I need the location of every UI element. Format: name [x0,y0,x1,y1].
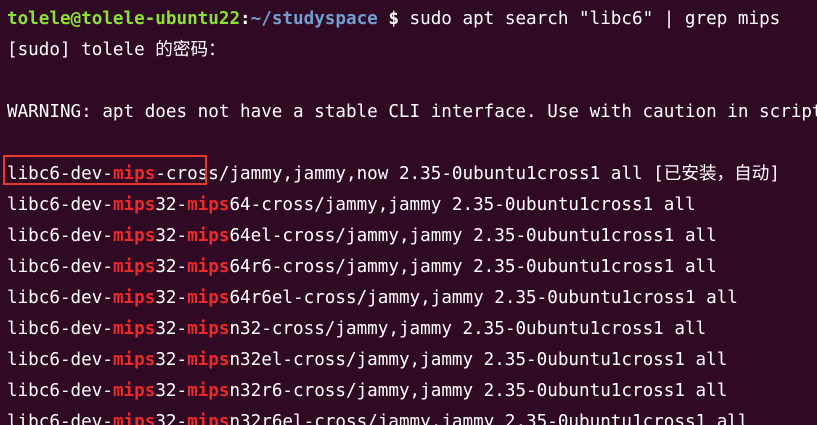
result-line: libc6-dev-mips32-mips64-cross/jammy,jamm… [7,193,696,217]
result-text: libc6-dev- [7,381,113,401]
result-text: libc6-dev- [7,288,113,308]
result-text: 32- [155,195,188,215]
grep-match: mips [187,381,230,401]
grep-match: mips [187,319,230,339]
result-text: libc6-dev- [7,226,113,246]
sudo-password-prompt: [sudo] tolele 的密码： [7,40,226,60]
prompt-symbol: $ [377,9,410,29]
prompt-user-host: tolele@tolele-ubuntu22 [7,9,241,29]
result-text: -cross [155,164,219,184]
result-text: 64-cross/jammy,jammy 2.35-0ubuntu1cross1… [229,195,696,215]
command-line: tolele@tolele-ubuntu22:~/studyspace $ su… [7,7,780,31]
result-line: libc6-dev-mips-cross/jammy,jammy,now 2.3… [7,162,780,186]
result-text: 32- [155,288,188,308]
result-text: libc6-dev- [7,350,113,370]
prompt-path: ~/studyspace [250,9,378,29]
result-text: 32- [155,226,188,246]
grep-match: mips [112,350,156,370]
result-text: libc6-dev- [7,257,113,277]
grep-match: mips [187,350,230,370]
result-text: libc6-dev- [7,195,113,215]
result-text: n32r6-cross/jammy,jammy 2.35-0ubuntu1cro… [229,381,728,401]
grep-match: mips [187,226,230,246]
result-text: 32- [155,350,188,370]
result-text: n32r6el-cross/jammy,jammy 2.35-0ubuntu1c… [229,412,749,425]
result-text: libc6-dev- [7,164,113,184]
result-line: libc6-dev-mips32-mipsn32r6-cross/jammy,j… [7,379,727,403]
result-text: n32-cross/jammy,jammy 2.35-0ubuntu1cross… [229,319,707,339]
grep-match: mips [187,257,230,277]
grep-match: mips [187,288,230,308]
grep-match: mips [112,164,156,184]
result-line: libc6-dev-mips32-mipsn32-cross/jammy,jam… [7,317,706,341]
grep-match: mips [112,412,156,425]
terminal-window[interactable]: tolele@tolele-ubuntu22:~/studyspace $ su… [0,0,817,425]
result-line: libc6-dev-mips32-mipsn32el-cross/jammy,j… [7,348,727,372]
result-line: libc6-dev-mips32-mipsn32r6el-cross/jammy… [7,410,749,425]
result-text: libc6-dev- [7,319,113,339]
result-line: libc6-dev-mips32-mips64r6-cross/jammy,ja… [7,255,717,279]
result-line: libc6-dev-mips32-mips64r6el-cross/jammy,… [7,286,738,310]
result-text: 32- [155,319,188,339]
result-line: libc6-dev-mips32-mips64el-cross/jammy,ja… [7,224,717,248]
result-text: 32- [155,412,188,425]
grep-match: mips [112,381,156,401]
result-text: /jammy,jammy,now 2.35-0ubuntu1cross1 all… [218,164,780,184]
result-text: 64r6el-cross/jammy,jammy 2.35-0ubuntu1cr… [229,288,738,308]
result-text: 32- [155,257,188,277]
result-text: libc6-dev- [7,412,113,425]
result-text: 32- [155,381,188,401]
grep-match: mips [112,288,156,308]
grep-match: mips [112,226,156,246]
result-text: 64el-cross/jammy,jammy 2.35-0ubuntu1cros… [229,226,717,246]
command-text: sudo apt search "libc6" | grep mips [409,9,781,29]
result-text: n32el-cross/jammy,jammy 2.35-0ubuntu1cro… [229,350,728,370]
grep-match: mips [187,195,230,215]
grep-match: mips [112,319,156,339]
grep-match: mips [187,412,230,425]
grep-match: mips [112,257,156,277]
grep-match: mips [112,195,156,215]
result-text: 64r6-cross/jammy,jammy 2.35-0ubuntu1cros… [229,257,717,277]
prompt-separator: : [240,9,251,29]
warning-line: WARNING: apt does not have a stable CLI … [7,102,817,122]
